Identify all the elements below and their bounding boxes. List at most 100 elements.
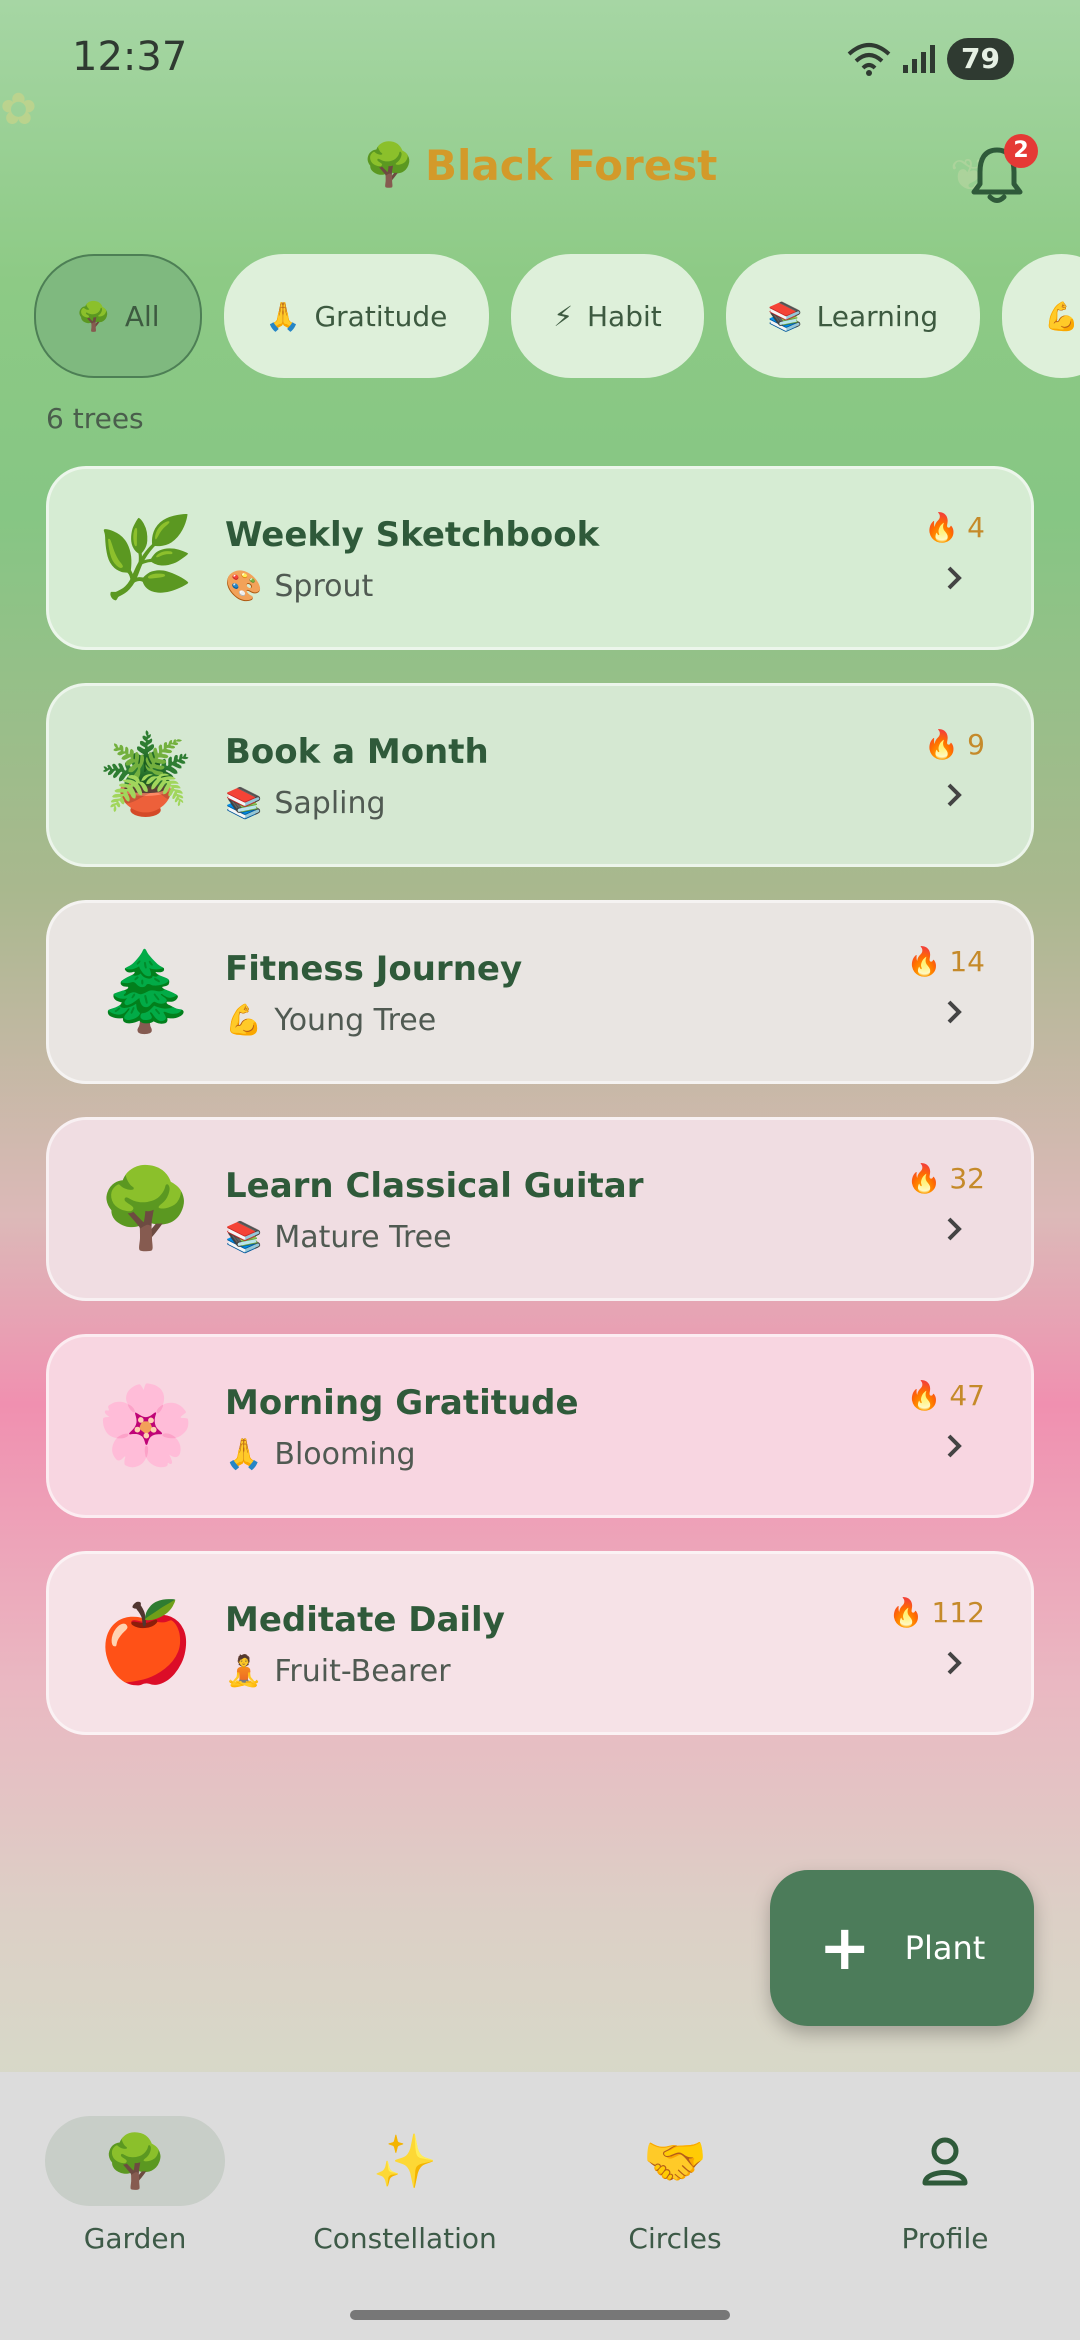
sparkles-icon: ✨	[372, 2131, 438, 2192]
nav-item-circles[interactable]: 🤝 Circles	[540, 2116, 810, 2256]
tree-card[interactable]: 🪴 Book a Month 📚 Sapling 🔥 9	[46, 683, 1034, 867]
plant-button-label: Plant	[904, 1929, 986, 1967]
tree-stage-label: Young Tree	[274, 1003, 437, 1038]
filter-chip-label: All	[124, 299, 160, 333]
battery-indicator: 79	[947, 38, 1014, 80]
streak-value: 32	[949, 1162, 985, 1195]
nav-item-garden[interactable]: 🌳 Garden	[0, 2116, 270, 2255]
tree-card[interactable]: 🌸 Morning Gratitude 🙏 Blooming 🔥 47	[46, 1334, 1034, 1518]
books-icon: 📚	[767, 299, 803, 333]
tree-stage: 📚 Sapling	[225, 786, 386, 821]
streak-counter: 🔥 9	[924, 728, 985, 761]
tree-stage: 💪 Young Tree	[225, 1003, 436, 1038]
tree-title: Fitness Journey	[225, 949, 523, 989]
flexed-biceps-icon: 💪	[1044, 299, 1080, 333]
tree-stage: 🙏 Blooming	[225, 1437, 416, 1472]
streak-counter: 🔥 112	[889, 1596, 985, 1629]
nav-label: Profile	[901, 2222, 989, 2255]
streak-counter: 🔥 4	[924, 511, 985, 544]
filter-chip-gratitude[interactable]: 🙏 Gratitude	[223, 254, 490, 378]
bottom-navigation: 🌳 Garden ✨ Constellation 🤝 Circles Profi…	[0, 2072, 1080, 2340]
home-indicator[interactable]	[350, 2310, 730, 2320]
books-icon: 📚	[225, 1220, 263, 1255]
tree-icon: 🌳	[362, 140, 415, 189]
tree-icon: 🌳	[45, 2116, 225, 2206]
fire-icon: 🔥	[906, 945, 942, 978]
herb-icon: 🌿	[97, 513, 195, 603]
streak-counter: 🔥 32	[906, 1162, 985, 1195]
signal-icon	[903, 45, 936, 73]
streak-counter: 🔥 47	[906, 1379, 985, 1412]
chevron-right-icon	[947, 1000, 962, 1024]
praying-hands-icon: 🙏	[265, 299, 301, 333]
tree-card[interactable]: 🌳 Learn Classical Guitar 📚 Mature Tree 🔥…	[46, 1117, 1034, 1301]
tree-title: Learn Classical Guitar	[225, 1166, 644, 1206]
tree-card[interactable]: 🌲 Fitness Journey 💪 Young Tree 🔥 14	[46, 900, 1034, 1084]
streak-value: 112	[931, 1596, 985, 1629]
fire-icon: 🔥	[924, 728, 960, 761]
handshake-icon: 🤝	[642, 2131, 708, 2192]
status-bar: 12:37 79	[0, 0, 1080, 120]
chevron-right-icon	[947, 783, 962, 807]
streak-value: 9	[967, 728, 985, 761]
app-title: 🌳 Black Forest	[363, 140, 718, 190]
tree-icon: 🌳	[76, 299, 111, 333]
filter-chip-all[interactable]: 🌳 All	[34, 254, 202, 378]
tree-count: 6 trees	[46, 402, 144, 435]
tree-card[interactable]: 🌿 Weekly Sketchbook 🎨 Sprout 🔥 4	[46, 466, 1034, 650]
streak-value: 47	[949, 1379, 985, 1412]
tree-title: Morning Gratitude	[225, 1383, 579, 1423]
filter-chip-label: Learning	[816, 299, 939, 333]
app-title-text: Black Forest	[424, 140, 718, 190]
potted-plant-icon: 🪴	[97, 730, 195, 820]
plus-icon: +	[818, 1911, 871, 1984]
fire-icon: 🔥	[906, 1379, 942, 1412]
fire-icon: 🔥	[924, 511, 960, 544]
praying-hands-icon: 🙏	[225, 1437, 263, 1472]
fire-icon: 🔥	[906, 1162, 942, 1195]
filter-chip-label: Habit	[587, 299, 662, 333]
filter-chip-fitness[interactable]: 💪	[1002, 254, 1080, 378]
nav-label: Circles	[628, 2222, 722, 2255]
streak-value: 14	[949, 945, 985, 978]
chevron-right-icon	[947, 1651, 962, 1675]
plant-button[interactable]: + Plant	[770, 1870, 1034, 2026]
meditation-icon: 🧘	[225, 1654, 263, 1689]
status-icons: 79	[847, 38, 1014, 80]
app-header: 🌳 Black Forest 2	[0, 134, 1080, 210]
tree-stage: 🎨 Sprout	[225, 569, 373, 604]
person-icon	[855, 2116, 1035, 2206]
tree-stage-label: Blooming	[274, 1437, 416, 1472]
filter-chip-habit[interactable]: ⚡ Habit	[511, 254, 704, 378]
nav-label: Garden	[83, 2222, 187, 2255]
status-time: 12:37	[72, 34, 188, 80]
evergreen-tree-icon: 🌲	[97, 947, 195, 1037]
streak-counter: 🔥 14	[906, 945, 985, 978]
tree-stage: 📚 Mature Tree	[225, 1220, 452, 1255]
nav-item-constellation[interactable]: ✨ Constellation	[270, 2116, 540, 2256]
cherry-blossom-icon: 🌸	[97, 1381, 195, 1471]
tree-title: Weekly Sketchbook	[225, 515, 600, 555]
chevron-right-icon	[947, 566, 962, 590]
category-filter-bar: 🌳 All 🙏 Gratitude ⚡ Habit 📚 Learning 💪	[34, 254, 1080, 378]
fire-icon: 🔥	[888, 1596, 924, 1629]
tree-card[interactable]: 🍎 Meditate Daily 🧘 Fruit-Bearer 🔥 112	[46, 1551, 1034, 1735]
notifications-button[interactable]: 2	[962, 134, 1038, 210]
chevron-right-icon	[947, 1434, 962, 1458]
decorative-flower-icon: ✿	[0, 84, 37, 135]
tree-title: Book a Month	[225, 732, 489, 772]
palette-icon: 🎨	[225, 569, 263, 604]
apple-icon: 🍎	[97, 1598, 195, 1688]
chevron-right-icon	[947, 1217, 962, 1241]
notification-badge: 2	[1004, 134, 1038, 168]
books-icon: 📚	[225, 786, 263, 821]
nav-label: Constellation	[313, 2222, 497, 2255]
streak-value: 4	[967, 511, 985, 544]
tree-stage-label: Mature Tree	[274, 1220, 452, 1255]
flexed-biceps-icon: 💪	[225, 1003, 263, 1038]
filter-chip-learning[interactable]: 📚 Learning	[725, 254, 981, 378]
tree-stage-label: Sprout	[274, 569, 374, 604]
nav-item-profile[interactable]: Profile	[810, 2116, 1080, 2255]
wifi-icon	[847, 43, 891, 76]
filter-chip-label: Gratitude	[314, 299, 448, 333]
